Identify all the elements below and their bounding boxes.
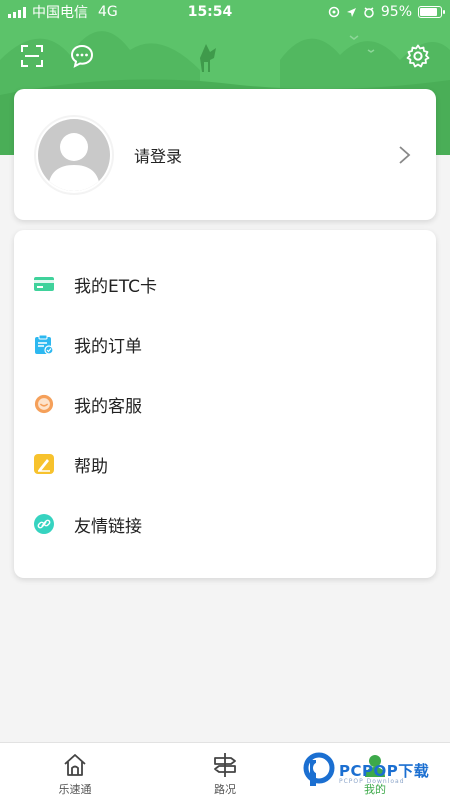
- menu-item-help[interactable]: 帮助: [14, 434, 436, 494]
- battery-icon: [418, 6, 445, 18]
- location-icon: [346, 7, 356, 17]
- avatar: [36, 116, 112, 193]
- gear-icon: [406, 44, 430, 68]
- profile-card[interactable]: 请登录: [14, 89, 436, 220]
- menu-label: 帮助: [74, 456, 108, 477]
- alarm-icon: [364, 7, 374, 18]
- order-icon: [34, 334, 54, 354]
- network-type: 4G: [98, 4, 118, 20]
- road-sign-icon: [211, 751, 239, 779]
- menu-label: 友情链接: [74, 516, 142, 537]
- tab-road-conditions[interactable]: 路况: [150, 743, 300, 800]
- menu-label: 我的客服: [74, 396, 142, 417]
- orientation-lock-icon: [328, 6, 340, 18]
- message-icon: [70, 44, 94, 68]
- help-icon: [34, 454, 54, 474]
- carrier-name: 中国电信: [32, 5, 88, 21]
- watermark-logo-icon: [303, 752, 337, 788]
- home-icon: [61, 751, 89, 779]
- menu-card: 我的ETC卡 我的订单 我的客服 帮助 友情链接: [14, 230, 436, 578]
- menu-label: 我的订单: [74, 336, 142, 357]
- chevron-right-icon: [399, 145, 411, 164]
- watermark-subtext: PCPOP Download: [339, 778, 405, 785]
- signal-icon: [8, 6, 26, 18]
- login-prompt: 请登录: [134, 146, 183, 166]
- status-bar: 中国电信 4G 15:54 95%: [0, 0, 450, 24]
- link-icon: [34, 514, 54, 534]
- watermark: PCPOP下载 PCPOP Download: [303, 748, 448, 792]
- etc-card-icon: [34, 274, 54, 294]
- default-avatar-icon: [38, 118, 110, 191]
- menu-item-customer-service[interactable]: 我的客服: [14, 374, 436, 434]
- settings-button[interactable]: [404, 42, 432, 70]
- status-left: 中国电信 4G: [8, 2, 158, 22]
- tab-label: 乐速通: [58, 783, 92, 796]
- status-right: 95%: [292, 4, 445, 20]
- menu-item-orders[interactable]: 我的订单: [14, 314, 436, 374]
- tab-label: 路况: [214, 783, 236, 796]
- message-button[interactable]: [68, 42, 96, 70]
- status-time: 15:54: [187, 4, 233, 20]
- scan-button[interactable]: [18, 42, 46, 70]
- battery-percent: 95%: [380, 4, 412, 20]
- menu-item-friend-links[interactable]: 友情链接: [14, 494, 436, 554]
- menu-item-etc-card[interactable]: 我的ETC卡: [14, 254, 436, 314]
- scan-icon: [21, 45, 43, 67]
- tab-home[interactable]: 乐速通: [0, 743, 150, 800]
- customer-service-icon: [34, 394, 54, 414]
- menu-label: 我的ETC卡: [74, 276, 157, 297]
